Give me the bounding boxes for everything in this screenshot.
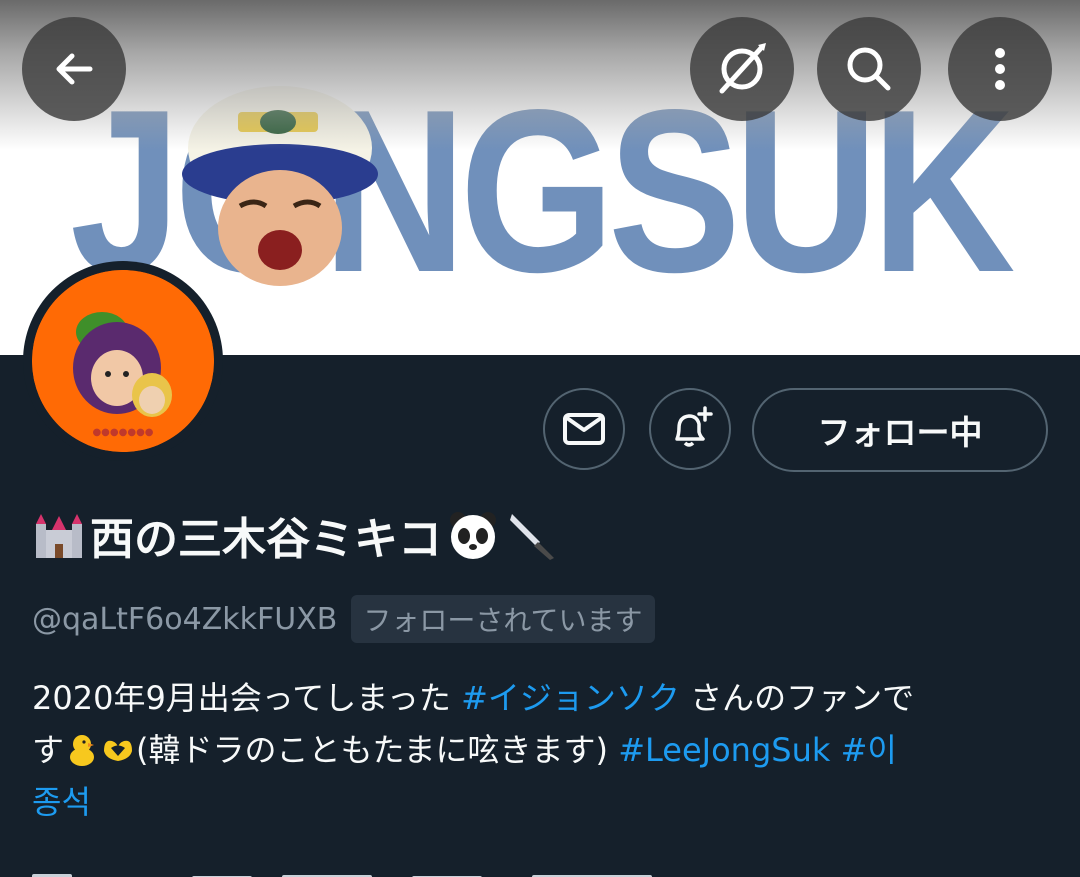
chick-emoji — [70, 735, 95, 766]
hashtag-link-continued[interactable]: 종석 — [32, 783, 91, 821]
bio-line: 종석 — [32, 776, 1052, 828]
more-button[interactable] — [948, 17, 1052, 121]
bell-plus-icon — [675, 406, 713, 447]
profile-bio: 2020年9月出会ってしまった #イジョンソク さんのファンで す (韓ドラのこ… — [32, 672, 1052, 828]
display-name-row: 西の三木谷ミキコ — [32, 500, 560, 570]
search-icon — [847, 47, 891, 91]
castle-emoji — [36, 514, 82, 558]
search-button[interactable] — [817, 17, 921, 121]
profile-avatar[interactable]: ●●●●●●● — [23, 261, 223, 461]
knife-emoji — [510, 514, 554, 560]
cutoff-text-fragments — [32, 874, 652, 877]
notification-button[interactable] — [649, 388, 731, 470]
mute-button[interactable] — [690, 17, 794, 121]
hashtag-link[interactable]: #이 — [830, 731, 897, 769]
bio-text: さんのファンで — [679, 679, 915, 717]
bio-text: す — [32, 731, 65, 769]
hashtag-link[interactable]: #LeeJongSuk — [618, 731, 830, 769]
bio-line: す (韓ドラのこともたまに呟きます) #LeeJongSuk #이 — [32, 724, 1052, 776]
bio-next-line-cutoff — [32, 862, 712, 877]
arrow-left-icon — [56, 53, 93, 85]
bio-line: 2020年9月出会ってしまった #イジョンソク さんのファンで — [32, 672, 1052, 724]
notifications-off-icon — [719, 43, 766, 94]
handle-row: @qaLtF6o4ZkkFUXB フォローされています — [32, 595, 655, 643]
following-button[interactable]: フォロー中 — [752, 388, 1048, 472]
display-name: 西の三木谷ミキコ — [90, 514, 442, 565]
back-button[interactable] — [22, 17, 126, 121]
bio-text: 2020年9月出会ってしまった — [32, 679, 462, 717]
bio-text: (韓ドラのこともたまに呟きます) — [136, 731, 619, 769]
mail-icon — [563, 413, 605, 445]
avatar-image: ●●●●●●● — [32, 270, 214, 452]
message-button[interactable] — [543, 388, 625, 470]
heart-hands-emoji — [104, 740, 133, 761]
more-vertical-icon — [995, 48, 1005, 90]
user-handle: @qaLtF6o4ZkkFUXB — [32, 601, 338, 637]
svg-text:●●●●●●●: ●●●●●●● — [92, 427, 153, 438]
follows-you-badge: フォローされています — [351, 595, 655, 643]
avatar-illustration: ●●●●●●● — [32, 270, 214, 452]
hashtag-link[interactable]: #イジョンソク — [461, 679, 680, 717]
panda-emoji — [450, 512, 496, 559]
